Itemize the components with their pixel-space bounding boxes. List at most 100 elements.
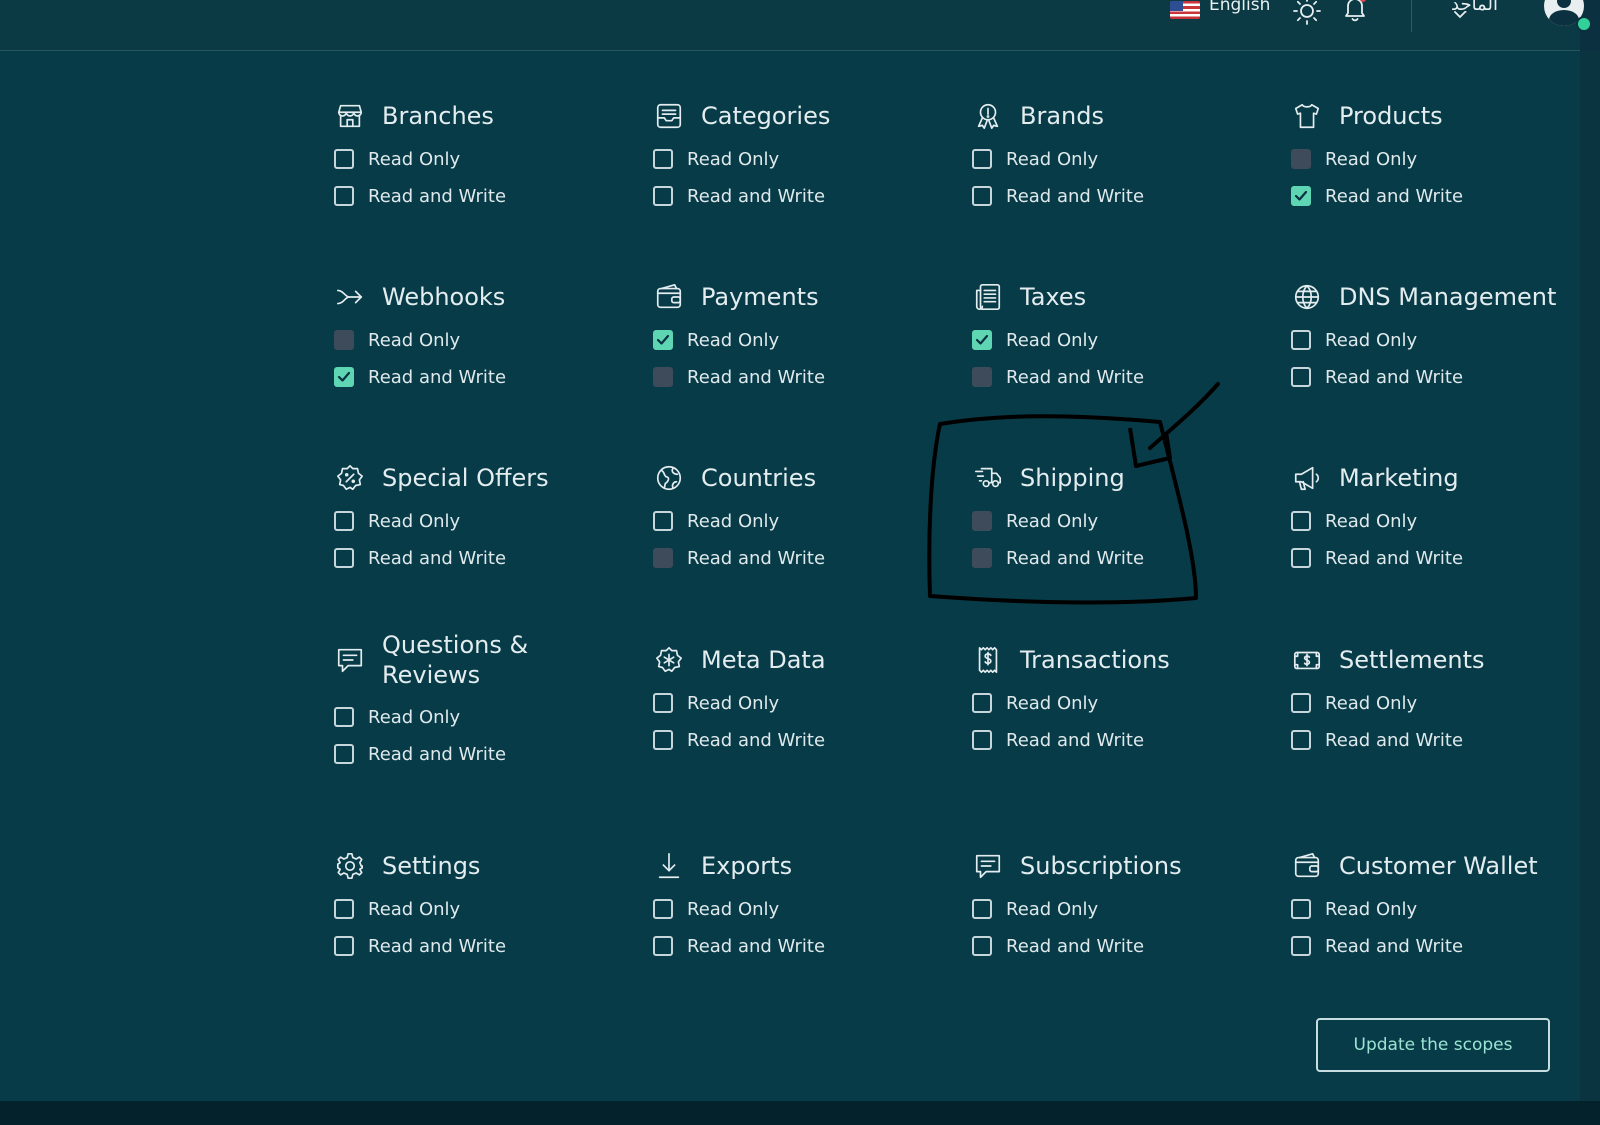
- subscriptions-read-only-checkbox[interactable]: [972, 899, 992, 919]
- special-offers-read-only-checkbox[interactable]: [334, 511, 354, 531]
- update-scopes-button[interactable]: Update the scopes: [1316, 1018, 1550, 1072]
- marketing-read-and-write-option[interactable]: Read and Write: [1291, 540, 1581, 576]
- customer-wallet-read-and-write-option[interactable]: Read and Write: [1291, 928, 1581, 964]
- exports-read-only-option[interactable]: Read Only: [653, 891, 943, 927]
- settings-read-only-checkbox[interactable]: [334, 899, 354, 919]
- exports-read-only-checkbox[interactable]: [653, 899, 673, 919]
- meta-data-read-and-write-checkbox[interactable]: [653, 730, 673, 750]
- dns-management-read-and-write-checkbox[interactable]: [1291, 367, 1311, 387]
- sun-icon[interactable]: [1292, 0, 1322, 30]
- webhooks-read-and-write-checkbox[interactable]: [334, 367, 354, 387]
- checkmark-icon: [975, 334, 989, 345]
- brands-read-and-write-checkbox[interactable]: [972, 186, 992, 206]
- scope-title: Meta Data: [701, 646, 826, 674]
- special-offers-read-and-write-checkbox[interactable]: [334, 548, 354, 568]
- scope-header: Exports: [653, 846, 943, 886]
- payments-read-only-checkbox[interactable]: [653, 330, 673, 350]
- dns-management-read-only-option[interactable]: Read Only: [1291, 322, 1581, 358]
- settlements-read-and-write-checkbox[interactable]: [1291, 730, 1311, 750]
- products-read-and-write-checkbox[interactable]: [1291, 186, 1311, 206]
- payments-read-and-write-option[interactable]: Read and Write: [653, 359, 943, 395]
- subscriptions-read-and-write-checkbox[interactable]: [972, 936, 992, 956]
- user-name[interactable]: الماجد: [1451, 0, 1498, 15]
- scope-header: Settlements: [1291, 640, 1581, 680]
- scope-title: Marketing: [1339, 464, 1459, 492]
- exports-read-and-write-checkbox[interactable]: [653, 936, 673, 956]
- branches-read-only-checkbox[interactable]: [334, 149, 354, 169]
- settings-read-and-write-option[interactable]: Read and Write: [334, 928, 624, 964]
- customer-wallet-read-only-option[interactable]: Read Only: [1291, 891, 1581, 927]
- categories-read-and-write-option[interactable]: Read and Write: [653, 178, 943, 214]
- transactions-read-only-checkbox[interactable]: [972, 693, 992, 713]
- online-status-dot: [1576, 16, 1592, 32]
- countries-read-and-write-option[interactable]: Read and Write: [653, 540, 943, 576]
- scrollbar[interactable]: [1580, 51, 1600, 1101]
- webhooks-read-and-write-option[interactable]: Read and Write: [334, 359, 624, 395]
- scope-settlements: Settlements Read Only Read and Write: [1291, 640, 1581, 758]
- products-read-and-write-option[interactable]: Read and Write: [1291, 178, 1581, 214]
- webhooks-read-only-option[interactable]: Read Only: [334, 322, 624, 358]
- special-offers-read-and-write-option[interactable]: Read and Write: [334, 540, 624, 576]
- categories-read-only-option[interactable]: Read Only: [653, 141, 943, 177]
- dns-management-read-and-write-option[interactable]: Read and Write: [1291, 359, 1581, 395]
- subscriptions-read-only-option[interactable]: Read Only: [972, 891, 1262, 927]
- questions-and-reviews-read-and-write-option[interactable]: Read and Write: [334, 736, 624, 772]
- bell-icon[interactable]: [1340, 0, 1370, 28]
- categories-read-only-checkbox[interactable]: [653, 149, 673, 169]
- customer-wallet-read-and-write-checkbox[interactable]: [1291, 936, 1311, 956]
- wallet-icon: [1291, 850, 1323, 882]
- questions-and-reviews-read-only-option[interactable]: Read Only: [334, 699, 624, 735]
- branches-read-and-write-option[interactable]: Read and Write: [334, 178, 624, 214]
- scope-header: Marketing: [1291, 458, 1581, 498]
- marketing-read-only-checkbox[interactable]: [1291, 511, 1311, 531]
- transactions-read-and-write-option[interactable]: Read and Write: [972, 722, 1262, 758]
- taxes-read-and-write-option[interactable]: Read and Write: [972, 359, 1262, 395]
- scope-exports: Exports Read Only Read and Write: [653, 846, 943, 964]
- transactions-read-and-write-checkbox[interactable]: [972, 730, 992, 750]
- subscriptions-read-and-write-option[interactable]: Read and Write: [972, 928, 1262, 964]
- shipping-read-and-write-option[interactable]: Read and Write: [972, 540, 1262, 576]
- transactions-read-only-option[interactable]: Read Only: [972, 685, 1262, 721]
- scope-special-offers: Special Offers Read Only Read and Write: [334, 458, 624, 576]
- meta-data-read-only-option[interactable]: Read Only: [653, 685, 943, 721]
- checkmark-icon: [337, 371, 351, 382]
- checkmark-icon: [1294, 190, 1308, 201]
- products-read-only-option[interactable]: Read Only: [1291, 141, 1581, 177]
- branches-read-and-write-checkbox[interactable]: [334, 186, 354, 206]
- read-only-label: Read Only: [687, 898, 780, 920]
- settlements-read-only-option[interactable]: Read Only: [1291, 685, 1581, 721]
- meta-data-read-and-write-option[interactable]: Read and Write: [653, 722, 943, 758]
- us-flag-icon[interactable]: [1170, 1, 1200, 19]
- questions-and-reviews-read-only-checkbox[interactable]: [334, 707, 354, 727]
- brands-read-only-checkbox[interactable]: [972, 149, 992, 169]
- taxes-read-only-checkbox[interactable]: [972, 330, 992, 350]
- exports-read-and-write-option[interactable]: Read and Write: [653, 928, 943, 964]
- settlements-read-and-write-option[interactable]: Read and Write: [1291, 722, 1581, 758]
- payments-read-only-option[interactable]: Read Only: [653, 322, 943, 358]
- brands-read-only-option[interactable]: Read Only: [972, 141, 1262, 177]
- marketing-read-and-write-checkbox[interactable]: [1291, 548, 1311, 568]
- meta-data-read-only-checkbox[interactable]: [653, 693, 673, 713]
- countries-read-and-write-checkbox: [653, 548, 673, 568]
- customer-wallet-read-only-checkbox[interactable]: [1291, 899, 1311, 919]
- shipping-read-only-option[interactable]: Read Only: [972, 503, 1262, 539]
- countries-read-only-checkbox[interactable]: [653, 511, 673, 531]
- taxes-read-only-option[interactable]: Read Only: [972, 322, 1262, 358]
- scope-branches: Branches Read Only Read and Write: [334, 96, 624, 214]
- countries-read-only-option[interactable]: Read Only: [653, 503, 943, 539]
- marketing-read-only-option[interactable]: Read Only: [1291, 503, 1581, 539]
- special-offers-read-only-option[interactable]: Read Only: [334, 503, 624, 539]
- brands-read-and-write-option[interactable]: Read and Write: [972, 178, 1262, 214]
- settlements-read-only-checkbox[interactable]: [1291, 693, 1311, 713]
- settings-read-and-write-checkbox[interactable]: [334, 936, 354, 956]
- language-selector[interactable]: English: [1209, 0, 1270, 15]
- award-badge-icon: [972, 100, 1004, 132]
- read-and-write-label: Read and Write: [368, 366, 507, 388]
- read-only-label: Read Only: [1325, 510, 1418, 532]
- dns-management-read-only-checkbox[interactable]: [1291, 330, 1311, 350]
- questions-and-reviews-read-and-write-checkbox[interactable]: [334, 744, 354, 764]
- categories-read-and-write-checkbox[interactable]: [653, 186, 673, 206]
- read-and-write-label: Read and Write: [368, 743, 507, 765]
- settings-read-only-option[interactable]: Read Only: [334, 891, 624, 927]
- branches-read-only-option[interactable]: Read Only: [334, 141, 624, 177]
